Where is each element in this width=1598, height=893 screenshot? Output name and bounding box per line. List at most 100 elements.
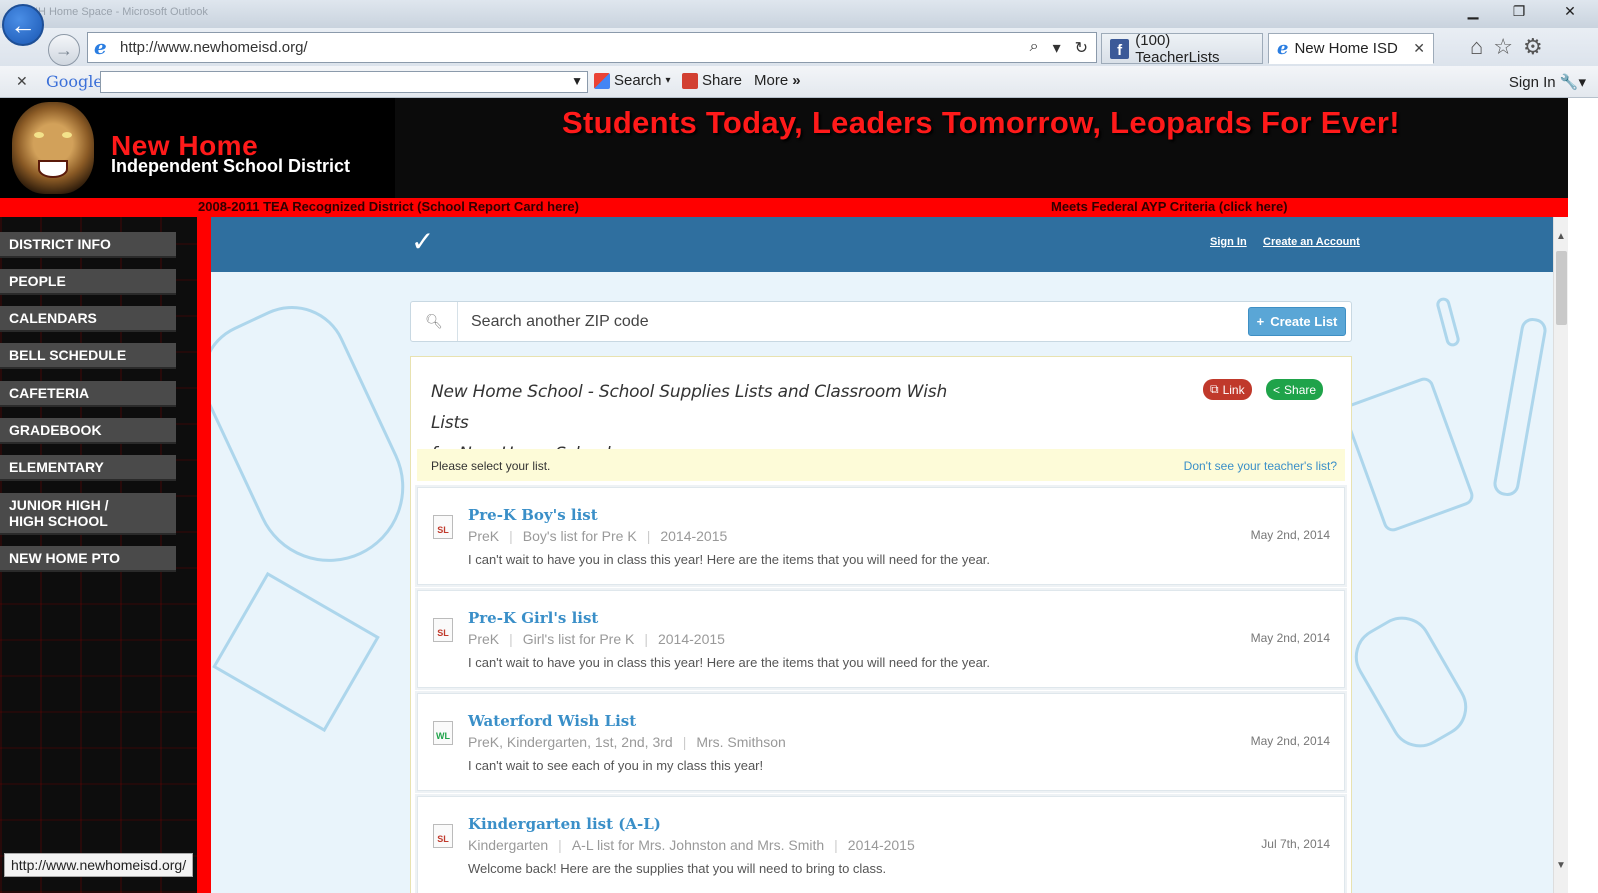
- list-item[interactable]: SL Pre-K Girl's list PreK | Girl's list fo…: [417, 590, 1345, 688]
- link-button[interactable]: ⧉ Link: [1203, 379, 1252, 400]
- list-meta: PreK, Kindergarten, 1st, 2nd, 3rd | Mrs. S…: [468, 734, 786, 750]
- apple-check-logo-icon[interactable]: ✓: [411, 225, 434, 258]
- select-prompt: Please select your list.: [431, 459, 551, 473]
- double-chevron-right-icon: »: [792, 72, 801, 89]
- sidebar-item-calendars[interactable]: CALENDARS: [0, 306, 176, 332]
- embed-header: ✓ Sign In Create an Account: [211, 217, 1553, 272]
- scroll-down-arrow-icon[interactable]: ▼: [1556, 860, 1566, 871]
- ie-page-icon: e: [1277, 38, 1289, 59]
- google-more-label: More: [754, 72, 789, 89]
- site-slogan: Students Today, Leaders Tomorrow, Leopar…: [562, 105, 1400, 140]
- google-search-label: Search: [614, 72, 662, 89]
- site-subtitle: Independent School District: [111, 156, 351, 176]
- zip-search-input[interactable]: [471, 310, 1231, 334]
- sidebar-item-elementary[interactable]: ELEMENTARY: [0, 455, 176, 481]
- select-list-bar: Please select your list. Don't see your …: [417, 449, 1345, 481]
- sidebar-item-junior-high-high-school[interactable]: JUNIOR HIGH / HIGH SCHOOL: [0, 493, 176, 535]
- sidebar-item-new-home-pto[interactable]: NEW HOME PTO: [0, 546, 176, 572]
- embedded-teacherlists-page: ✓ Sign In Create an Account 🔍︎ + Create …: [211, 217, 1553, 893]
- plus-icon: +: [1256, 314, 1265, 329]
- tab-close-icon[interactable]: ✕: [1413, 40, 1425, 57]
- leopard-mascot-icon: [12, 102, 94, 194]
- dropdown-icon[interactable]: ▾: [1053, 38, 1061, 58]
- external-link-icon: ⧉: [1210, 382, 1219, 396]
- arrow-right-icon: →: [55, 39, 73, 60]
- scrollbar-thumb[interactable]: [1556, 251, 1567, 325]
- create-list-button[interactable]: + Create List: [1248, 307, 1346, 336]
- list-title[interactable]: Kindergarten list (A-L): [468, 815, 661, 833]
- google-search-button[interactable]: Search ▾: [594, 72, 671, 89]
- list-date: May 2nd, 2014: [1250, 528, 1330, 542]
- google-search-input[interactable]: ▼: [100, 71, 588, 93]
- window-ghost-title: NH Home Space - Microsoft Outlook: [30, 6, 208, 18]
- list-item[interactable]: WL Waterford Wish List PreK, Kindergarte…: [417, 693, 1345, 791]
- tab-new-home-isd[interactable]: e New Home ISD ✕: [1268, 33, 1434, 64]
- google-share-label: Share: [702, 72, 743, 89]
- back-button[interactable]: ←: [2, 4, 44, 46]
- status-bar-url: http://www.newhomeisd.org/: [4, 853, 194, 877]
- list-item[interactable]: SL Pre-K Boy's list PreK | Boy's list for …: [417, 487, 1345, 585]
- refresh-icon[interactable]: ↻: [1075, 38, 1088, 58]
- create-account-link[interactable]: Create an Account: [1263, 236, 1360, 248]
- ayp-criteria-link[interactable]: Meets Federal AYP Criteria (click here): [1051, 199, 1288, 214]
- list-item[interactable]: SL Kindergarten list (A-L) Kindergarten |…: [417, 796, 1345, 893]
- google-sign-in-label: Sign In: [1508, 74, 1556, 91]
- page-right-margin: [1568, 98, 1598, 893]
- paper-towel-doodle-icon: [1343, 605, 1479, 759]
- chevron-down-icon: ▾: [665, 75, 671, 86]
- scroll-up-arrow-icon[interactable]: ▲: [1556, 231, 1566, 242]
- google-share-button[interactable]: Share: [682, 72, 742, 89]
- sidebar-nav: DISTRICT INFO PEOPLE CALENDARS BELL SCHE…: [0, 217, 211, 893]
- tab-teacherlists[interactable]: f (100) TeacherLists: [1101, 31, 1263, 66]
- google-more-button[interactable]: More »: [754, 72, 801, 89]
- search-icon[interactable]: 🔍︎: [411, 302, 458, 341]
- list-description: I can't wait to have you in class this y…: [468, 655, 991, 670]
- calculator-doodle-icon: [1340, 374, 1477, 535]
- chevron-down-icon[interactable]: ▼: [571, 74, 583, 88]
- supply-list-doc-icon: SL: [433, 618, 453, 642]
- ie-page-icon: e: [94, 35, 107, 59]
- crayon-doodle-icon: [1491, 316, 1549, 498]
- favorites-star-icon[interactable]: ☆: [1493, 34, 1513, 60]
- list-title[interactable]: Waterford Wish List: [468, 712, 636, 730]
- sidebar-item-bell-schedule[interactable]: BELL SCHEDULE: [0, 343, 176, 369]
- sidebar-item-people[interactable]: PEOPLE: [0, 269, 176, 295]
- wrench-icon: 🔧▾: [1559, 74, 1586, 91]
- share-button[interactable]: < Share: [1266, 379, 1324, 400]
- maximize-button[interactable]: ❐: [1496, 0, 1542, 22]
- supply-list-doc-icon: SL: [433, 824, 453, 848]
- list-title[interactable]: Pre-K Boy's list: [468, 506, 598, 524]
- wish-list-doc-icon: WL: [433, 721, 453, 745]
- sidebar-item-gradebook[interactable]: GRADEBOOK: [0, 418, 176, 444]
- google-logo: Google: [46, 72, 103, 91]
- tab-label: (100) TeacherLists: [1135, 31, 1220, 66]
- address-bar[interactable]: e http://www.newhomeisd.org/ ⌕ ▾ ↻: [87, 32, 1097, 63]
- vertical-scrollbar[interactable]: ▲ ▼: [1553, 217, 1568, 893]
- list-title[interactable]: Pre-K Girl's list: [468, 609, 598, 627]
- tea-report-card-link[interactable]: 2008-2011 TEA Recognized District (Schoo…: [198, 199, 579, 214]
- address-url[interactable]: http://www.newhomeisd.org/: [120, 39, 308, 56]
- home-icon[interactable]: ⌂: [1470, 34, 1483, 60]
- list-description: I can't wait to have you in class this y…: [468, 552, 991, 567]
- school-lists-panel: New Home School - School Supplies Lists …: [410, 356, 1352, 893]
- google-search-icon: [594, 72, 610, 89]
- minimize-button[interactable]: ▁: [1450, 0, 1496, 22]
- close-window-button[interactable]: ✕: [1542, 0, 1598, 22]
- sidebar-item-district-info[interactable]: DISTRICT INFO: [0, 232, 176, 258]
- google-sign-in[interactable]: Sign In 🔧▾: [1509, 73, 1586, 91]
- address-bar-icons: ⌕ ▾ ↻: [1030, 38, 1088, 58]
- toolbar-close-icon[interactable]: ✕: [16, 73, 28, 90]
- gear-icon[interactable]: ⚙: [1523, 34, 1543, 60]
- facebook-icon: f: [1110, 38, 1130, 59]
- supply-list-doc-icon: SL: [433, 515, 453, 539]
- sign-in-link[interactable]: Sign In: [1210, 236, 1247, 248]
- browser-toolbar-icons: ⌂ ☆ ⚙: [1470, 34, 1543, 60]
- sidebar-red-border: [197, 217, 211, 893]
- dont-see-teacher-link[interactable]: Don't see your teacher's list?: [1184, 459, 1337, 473]
- zip-search-box: 🔍︎ + Create List: [410, 301, 1352, 342]
- forward-button[interactable]: →: [48, 34, 80, 66]
- scissors-doodle-icon: [211, 287, 429, 587]
- search-icon[interactable]: ⌕: [1030, 38, 1039, 58]
- sidebar-item-cafeteria[interactable]: CAFETERIA: [0, 381, 176, 407]
- paper-stack-doodle-icon: [212, 571, 380, 733]
